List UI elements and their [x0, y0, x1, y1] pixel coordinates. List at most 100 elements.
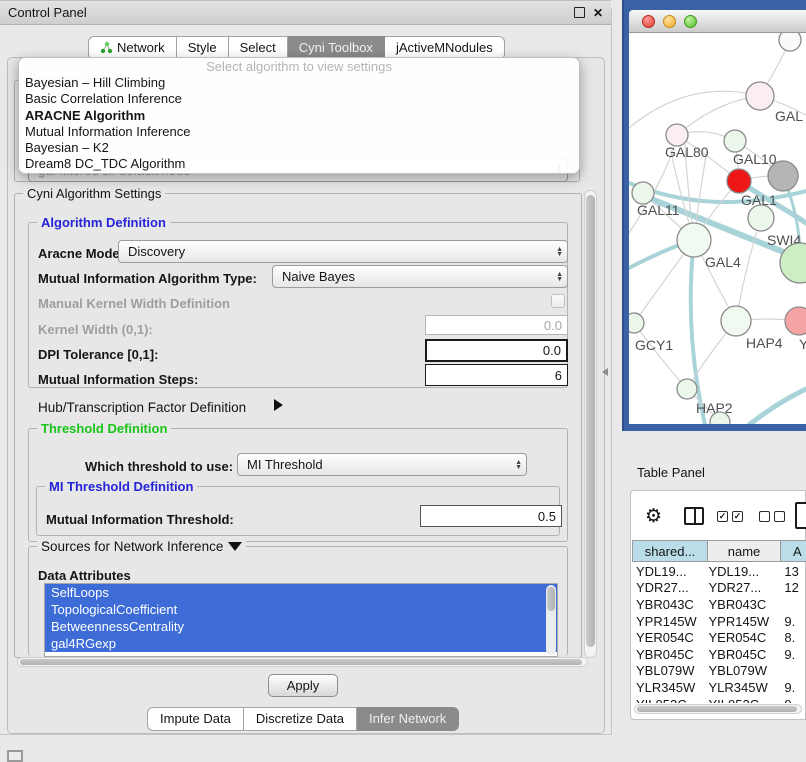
table-row[interactable]: YER054CYER054C8. [632, 629, 806, 646]
settings-horizontal-scrollbar[interactable] [17, 657, 588, 667]
mi-threshold-title: MI Threshold Definition [45, 479, 197, 494]
minimize-window-icon[interactable] [663, 15, 676, 28]
dpi-tolerance-field[interactable]: 0.0 [425, 339, 568, 362]
checked-checkbox-icon-2[interactable]: ✓ [732, 511, 743, 522]
hub-definition-label[interactable]: Hub/Transcription Factor Definition [38, 400, 246, 415]
which-threshold-label: Which threshold to use: [85, 459, 233, 474]
table-row[interactable]: YBL079WYBL079W [632, 663, 806, 680]
which-threshold-combo[interactable]: MI Threshold ▲▼ [237, 453, 527, 476]
aracne-mode-combo[interactable]: Discovery ▲▼ [118, 240, 568, 263]
table-cell: 9. [773, 614, 806, 629]
table-cell: YBR043C [704, 597, 773, 612]
table-row[interactable]: YLR345WYLR345W9. [632, 679, 806, 696]
mi-type-combo[interactable]: Naive Bayes ▲▼ [272, 265, 568, 288]
table-row[interactable]: YPR145WYPR145W9. [632, 613, 806, 630]
column-header-name[interactable]: name [708, 540, 781, 562]
table-row[interactable]: YBR045CYBR045C9. [632, 646, 806, 663]
table-row[interactable]: YDR27...YDR27...12 [632, 580, 806, 597]
minimized-panel-icon[interactable] [7, 750, 23, 762]
checked-checkbox-icon-1[interactable]: ✓ [717, 511, 728, 522]
network-node-HAP4[interactable] [721, 306, 751, 336]
network-node-gal-cut[interactable] [746, 82, 774, 110]
tab-discretize-data[interactable]: Discretize Data [244, 707, 357, 731]
table-horizontal-scrollbar[interactable] [634, 704, 802, 714]
data-attribute-item[interactable]: gal4RGexp [45, 635, 557, 652]
table-cell: YBR045C [632, 647, 704, 662]
table-cell: YER054C [632, 630, 704, 645]
stepper-icon: ▲▼ [556, 272, 563, 282]
split-columns-icon[interactable] [684, 507, 704, 525]
node-label: GAL [775, 108, 803, 124]
divider-collapse-arrow[interactable] [602, 368, 608, 376]
data-attribute-item[interactable]: BetweennessCentrality [45, 618, 557, 635]
table-cell: YIL052C [704, 697, 773, 703]
table-cell: YPR145W [632, 614, 704, 629]
network-node-GAL11[interactable] [632, 182, 654, 204]
algorithm-option[interactable]: Basic Correlation Inference [19, 91, 579, 107]
network-node-unlabeled-top[interactable] [779, 33, 801, 51]
network-node-gray-node[interactable] [768, 161, 798, 191]
table-cell: YBR043C [632, 597, 704, 612]
document-icon[interactable] [795, 502, 806, 529]
sources-title: Sources for Network Inference [37, 539, 246, 554]
network-node-HAP2[interactable] [677, 379, 697, 399]
network-node-GAL80[interactable] [666, 124, 688, 146]
unchecked-checkbox-icon-2[interactable] [774, 511, 785, 522]
data-attribute-item[interactable]: SelfLoops [45, 584, 557, 601]
tab-impute-data[interactable]: Impute Data [147, 707, 244, 731]
zoom-window-icon[interactable] [684, 15, 697, 28]
threshold-definition-title: Threshold Definition [37, 421, 171, 436]
manual-kernel-checkbox[interactable] [551, 294, 565, 308]
tab-infer-network[interactable]: Infer Network [357, 707, 459, 731]
mi-steps-field[interactable]: 6 [425, 364, 568, 386]
node-label: HAP4 [746, 335, 783, 351]
network-node-GCY1[interactable] [629, 313, 644, 333]
data-attribute-item[interactable]: TopologicalCoefficient [45, 601, 557, 618]
data-attributes-list: SelfLoopsTopologicalCoefficientBetweenne… [44, 583, 558, 657]
node-label: GAL11 [637, 202, 680, 218]
settings-vertical-scrollbar[interactable] [584, 190, 597, 658]
algorithm-option[interactable]: Dream8 DC_TDC Algorithm [19, 156, 579, 172]
network-node-GAL1[interactable] [727, 169, 751, 193]
kernel-width-label: Kernel Width (0,1): [38, 322, 153, 337]
column-header-cut[interactable]: A [781, 540, 806, 562]
network-node-pink-cut[interactable] [785, 307, 806, 335]
table-cell: 13 [773, 564, 806, 579]
table-cell: YLR345W [704, 680, 773, 695]
panel-title: Control Panel [8, 5, 87, 20]
table-row[interactable]: YDL19...YDL19...13 [632, 563, 806, 580]
network-edge [634, 323, 687, 389]
network-window-titlebar[interactable] [629, 10, 806, 33]
apply-button[interactable]: Apply [268, 674, 338, 697]
table-row[interactable]: YIL052CYIL052C9 [632, 696, 806, 703]
mi-threshold-field[interactable]: 0.5 [420, 505, 562, 527]
node-label: GAL4 [705, 254, 741, 270]
close-icon[interactable]: ✕ [593, 6, 603, 20]
network-icon [100, 41, 113, 54]
expand-arrow-icon[interactable] [274, 399, 283, 411]
network-node-GAL10[interactable] [724, 130, 746, 152]
network-node-GAL4[interactable] [677, 223, 711, 257]
table-cell: YDR27... [632, 580, 704, 595]
algorithm-option[interactable]: Mutual Information Inference [19, 124, 579, 140]
unchecked-checkbox-icon-1[interactable] [759, 511, 770, 522]
algorithm-definition-title: Algorithm Definition [37, 215, 170, 230]
close-window-icon[interactable] [642, 15, 655, 28]
table-row[interactable]: YBR043CYBR043C [632, 596, 806, 613]
dpi-tolerance-label: DPI Tolerance [0,1]: [38, 347, 158, 362]
data-attributes-label: Data Attributes [38, 568, 131, 583]
table-cell: YDL19... [632, 564, 704, 579]
gear-icon[interactable]: ⚙ [645, 505, 662, 527]
algorithm-option[interactable]: Bayesian – K2 [19, 140, 579, 156]
float-icon[interactable] [574, 7, 585, 18]
network-node-SWI4[interactable] [748, 205, 774, 231]
control-panel-bottom-border [0, 734, 611, 735]
attribute-list-scrollbar[interactable] [546, 585, 556, 655]
collapse-arrow-icon[interactable] [228, 542, 242, 551]
column-header-shared[interactable]: shared... [632, 540, 708, 562]
algorithm-option[interactable]: Bayesian – Hill Climbing [19, 75, 579, 91]
node-label: GCY1 [635, 337, 673, 353]
algorithm-option[interactable]: ARACNE Algorithm [19, 108, 579, 124]
network-view-canvas[interactable]: GALGAL80GAL10GAL1GAL11SWI4GAL4GCY1HAP4YH… [629, 33, 806, 424]
table-rows: YDL19...YDL19...13YDR27...YDR27...12YBR0… [632, 563, 806, 703]
